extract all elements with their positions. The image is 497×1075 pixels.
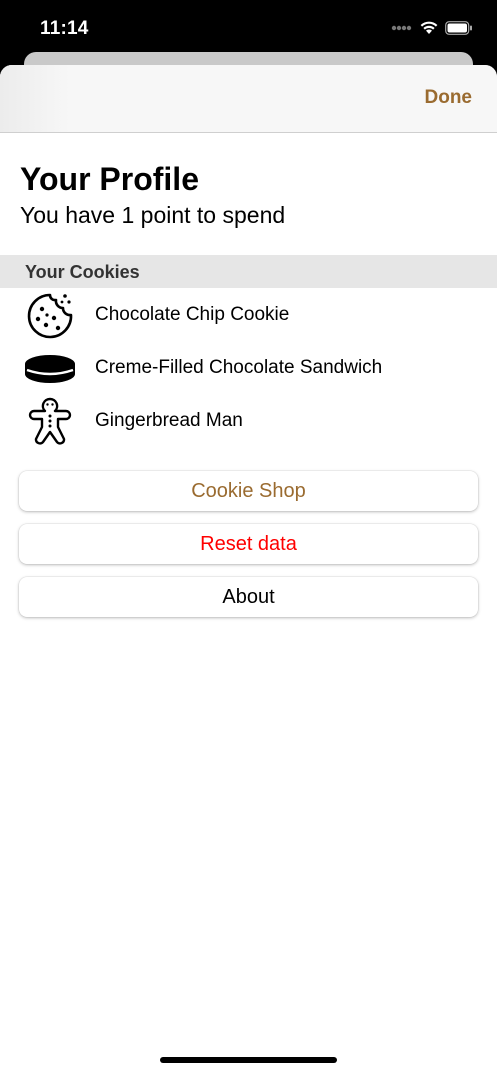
wifi-icon (420, 21, 438, 34)
profile-sheet: Done Your Profile You have 1 point to sp… (0, 65, 497, 1075)
gingerbread-man-icon (28, 397, 72, 445)
cookie-name: Gingerbread Man (95, 410, 243, 431)
app-screen: 11:14 Done Your Profile You have 1 point… (0, 0, 497, 1075)
status-bar: 11:14 (0, 0, 497, 58)
list-item[interactable]: Chocolate Chip Cookie (0, 288, 497, 341)
section-header-label: Your Cookies (25, 262, 140, 282)
navigation-bar: Done (0, 65, 497, 133)
sandwich-cookie-icon (25, 355, 75, 383)
section-header-cookies: Your Cookies (0, 255, 497, 288)
about-button[interactable]: About (19, 577, 478, 617)
points-subtitle: You have 1 point to spend (20, 202, 286, 228)
cookie-name: Chocolate Chip Cookie (95, 304, 290, 325)
page-title: Your Profile (20, 161, 199, 197)
cookie-list: Chocolate Chip Cookie Creme-Filled Choco… (0, 288, 497, 447)
cookie-shop-button[interactable]: Cookie Shop (19, 471, 478, 511)
list-item[interactable]: Gingerbread Man (0, 394, 497, 447)
battery-icon (445, 20, 472, 35)
list-item[interactable]: Creme-Filled Chocolate Sandwich (0, 341, 497, 394)
chocolate-chip-cookie-icon (27, 293, 73, 339)
nav-bar-backdrop (0, 65, 70, 132)
done-button[interactable]: Done (425, 87, 473, 109)
status-time: 11:14 (40, 18, 89, 39)
status-icons (391, 20, 473, 35)
home-indicator[interactable] (160, 1057, 337, 1063)
cookie-name: Creme-Filled Chocolate Sandwich (95, 357, 383, 378)
signal-dots-icon (391, 25, 412, 30)
reset-data-button[interactable]: Reset data (19, 524, 478, 564)
